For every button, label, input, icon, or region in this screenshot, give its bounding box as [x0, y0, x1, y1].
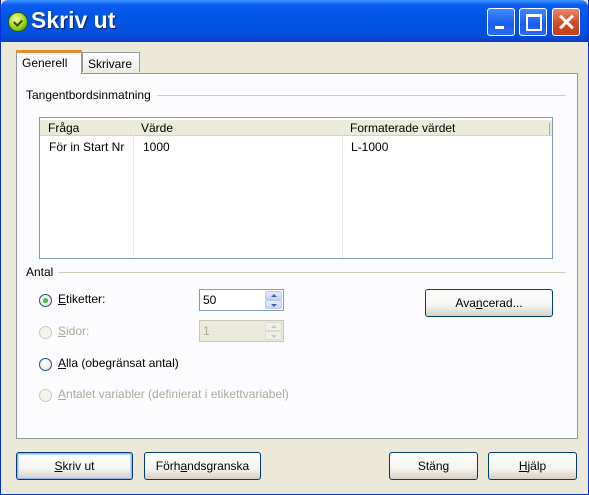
increment-button[interactable]	[265, 322, 282, 331]
arrow-down-icon	[271, 304, 277, 307]
arrow-up-icon	[271, 294, 277, 297]
column-header-formatted[interactable]: Formaterade värdet	[350, 121, 455, 135]
tab-skrivare[interactable]: Skrivare	[82, 52, 140, 72]
close-button[interactable]: Stäng	[389, 452, 478, 480]
column-header-question[interactable]: Fråga	[48, 121, 79, 135]
group-label-quantity: Antal	[26, 265, 60, 279]
cell-question: För in Start Nr	[49, 140, 125, 154]
stepper-buttons	[265, 322, 282, 340]
radio-labels[interactable]	[39, 294, 52, 307]
keyboard-input-table[interactable]: Fråga Värde Formaterade värdet För in St…	[39, 117, 553, 259]
radio-label-pages[interactable]: Sidor:	[58, 324, 89, 338]
print-dialog: Skriv ut Generell Skrivare Tangentbordsi…	[0, 0, 589, 495]
arrow-up-icon	[271, 325, 277, 328]
maximize-icon	[526, 14, 542, 31]
pages-count-value[interactable]: 1	[203, 324, 210, 338]
radio-label-variable-count[interactable]: Antalet variabler (definierat i etikettv…	[58, 387, 289, 401]
close-icon	[553, 9, 579, 35]
close-window-button[interactable]	[552, 8, 580, 36]
cell-formatted: L-1000	[351, 140, 389, 154]
pages-count-stepper[interactable]: 1	[199, 320, 284, 342]
radio-all[interactable]	[39, 358, 52, 371]
tab-generell[interactable]: Generell	[16, 50, 82, 74]
title-bar[interactable]: Skriv ut	[1, 0, 588, 42]
radio-pages[interactable]	[39, 326, 52, 339]
radio-label-all[interactable]: Alla (obegränsat antal)	[58, 356, 179, 370]
increment-button[interactable]	[265, 291, 282, 300]
minimize-button[interactable]	[487, 8, 515, 36]
advanced-button[interactable]: Avancerad...	[425, 289, 553, 317]
tab-label: Skrivare	[88, 57, 133, 71]
decrement-button[interactable]	[265, 300, 282, 309]
help-button[interactable]: Hjälp	[488, 452, 577, 480]
cell-value[interactable]: 1000	[143, 140, 170, 154]
maximize-button[interactable]	[519, 8, 547, 36]
table-header: Fråga Värde Formaterade värdet	[40, 120, 552, 136]
radio-variable-count[interactable]	[39, 389, 52, 402]
column-header-value[interactable]: Värde	[141, 121, 173, 135]
column-divider	[549, 123, 550, 135]
group-label-keyboard-input: Tangentbordsinmatning	[26, 88, 157, 102]
labels-count-stepper[interactable]: 50	[199, 289, 284, 311]
decrement-button[interactable]	[265, 331, 282, 340]
preview-button[interactable]: Förhandsgranska	[144, 452, 261, 480]
tab-label: Generell	[22, 56, 68, 70]
radio-label-labels[interactable]: Etiketter:	[58, 292, 105, 306]
app-icon	[8, 12, 28, 32]
print-button[interactable]: Skriv ut	[16, 452, 133, 480]
window-title: Skriv ut	[31, 7, 116, 33]
arrow-down-icon	[271, 335, 277, 338]
column-gridline	[342, 120, 343, 258]
column-gridline	[133, 120, 134, 258]
stepper-buttons	[265, 291, 282, 309]
minimize-icon	[495, 26, 504, 29]
group-divider	[31, 272, 565, 273]
labels-count-value[interactable]: 50	[203, 293, 216, 307]
